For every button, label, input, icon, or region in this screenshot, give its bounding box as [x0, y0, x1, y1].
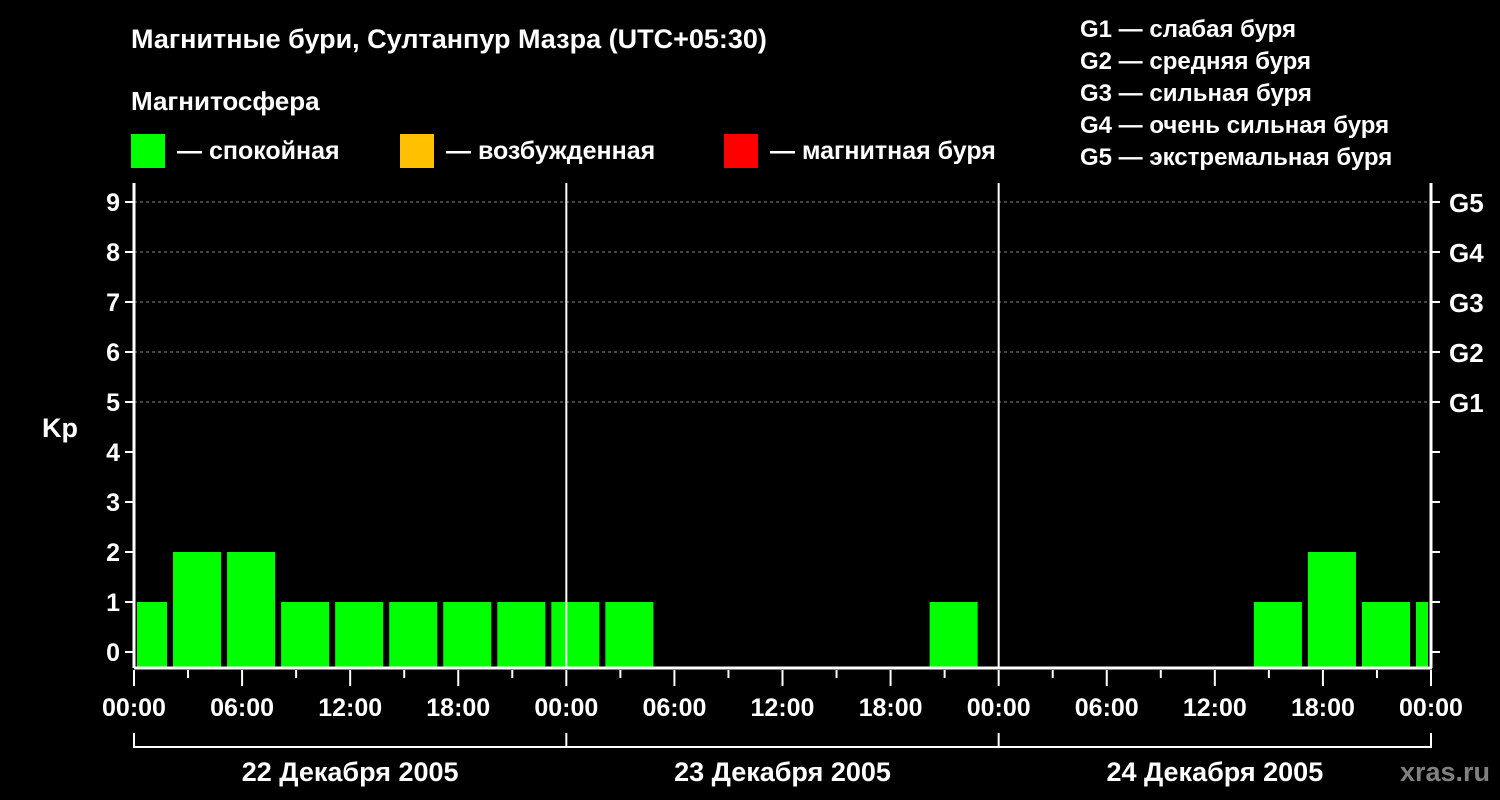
y-tick-label: 2 — [106, 539, 120, 567]
x-tick-label: 18:00 — [859, 694, 923, 722]
x-tick-label: 12:00 — [318, 694, 382, 722]
y-tick-label: 5 — [106, 389, 120, 417]
x-tick-label: 00:00 — [102, 694, 166, 722]
kp-bar — [1307, 552, 1356, 667]
g-level-label: G1 — [1449, 388, 1484, 418]
y-axis-title: Kp — [42, 413, 78, 443]
kp-bar — [389, 602, 438, 667]
kp-bar — [551, 602, 600, 667]
kp-bar — [281, 602, 330, 667]
kp-bar — [173, 552, 222, 667]
x-tick-label: 06:00 — [210, 694, 274, 722]
day-label: 23 Декабря 2005 — [674, 757, 891, 787]
y-tick-label: 4 — [106, 439, 120, 467]
day-label: 22 Декабря 2005 — [242, 757, 459, 787]
x-tick-label: 12:00 — [1183, 694, 1247, 722]
kp-bar — [1415, 602, 1428, 667]
kp-bar — [929, 602, 978, 667]
x-tick-label: 18:00 — [1291, 694, 1355, 722]
y-tick-label: 0 — [106, 639, 120, 667]
y-tick-label: 9 — [106, 189, 120, 217]
kp-chart: 0 1 2 3 4 5 6 7 8 9 G1 G2 G3 G4 G5 Kp 00:00 06:00 12:00 18:… — [42, 183, 1490, 787]
kp-bar — [605, 602, 654, 667]
x-tick-label: 12:00 — [751, 694, 815, 722]
kp-bar — [1253, 602, 1302, 667]
x-tick-label: 00:00 — [967, 694, 1031, 722]
x-tick-label: 00:00 — [534, 694, 598, 722]
day-label: 24 Декабря 2005 — [1106, 757, 1323, 787]
y-tick-label: 6 — [106, 339, 120, 367]
x-tick-label: 06:00 — [1075, 694, 1139, 722]
x-tick-label: 06:00 — [642, 694, 706, 722]
kp-bar — [1361, 602, 1410, 667]
watermark: xras.ru — [1400, 757, 1490, 787]
kp-bar — [335, 602, 384, 667]
kp-bar — [227, 552, 276, 667]
g-level-label: G3 — [1449, 288, 1484, 318]
y-tick-label: 7 — [106, 289, 120, 317]
y-tick-label: 3 — [106, 489, 120, 517]
g-level-label: G5 — [1449, 188, 1484, 218]
kp-bar — [443, 602, 492, 667]
kp-bar — [497, 602, 546, 667]
g-level-label: G2 — [1449, 338, 1484, 368]
x-tick-label: 18:00 — [426, 694, 490, 722]
x-tick-label: 00:00 — [1399, 694, 1463, 722]
kp-bar — [137, 602, 168, 667]
g-level-label: G4 — [1449, 238, 1484, 268]
y-tick-label: 8 — [106, 239, 120, 267]
y-tick-label: 1 — [106, 589, 120, 617]
